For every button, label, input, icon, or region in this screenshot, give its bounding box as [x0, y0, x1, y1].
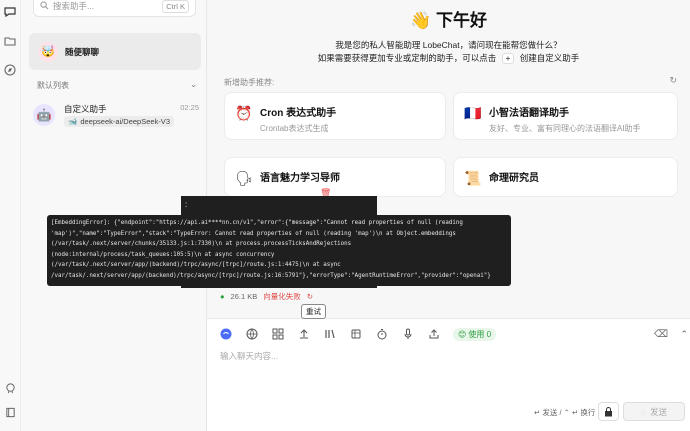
input-toolbar: 😊 使用 0 [219, 327, 497, 341]
loading-spinner-icon: ◌ [640, 406, 647, 417]
random-chat-item[interactable]: 🤯 随便聊聊 [29, 33, 201, 70]
compass-icon[interactable] [2, 62, 18, 78]
retry-tooltip: 重试 [301, 304, 326, 319]
chat-input[interactable]: 输入聊天内容... [220, 350, 278, 362]
check-circle-icon: ● [220, 292, 225, 301]
model-tag: 🐋 deepseek-ai/DeepSeek-V3 [64, 116, 174, 127]
search-input[interactable]: 搜索助手... Ctrl K [33, 0, 196, 17]
search-placeholder: 搜索助手... [53, 1, 95, 11]
create-assistant-button[interactable]: + [501, 53, 515, 64]
collapse-chevron-icon[interactable]: ⌃ [680, 329, 688, 340]
card-title: 命理研究员 [489, 173, 539, 184]
history-icon[interactable] [349, 327, 363, 341]
github-icon[interactable] [2, 380, 18, 396]
default-list-title: 默认列表 [37, 81, 69, 90]
random-chat-avatar-icon: 🤯 [38, 41, 58, 62]
chevron-down-icon: ⌄ [190, 80, 197, 89]
vector-failed-label: 向量化失败 [263, 292, 301, 301]
model-provider-icon: 🐋 [68, 117, 78, 126]
timer-icon[interactable] [375, 327, 389, 341]
token-usage-label: 使用 0 [468, 329, 492, 339]
folder-icon[interactable] [2, 33, 18, 49]
send-hint: ↵ 发送 / ⌃ ↵ 换行 [534, 408, 596, 417]
assistant-card-french[interactable]: 🇫🇷 小智法语翻译助手 友好、专业、富有同理心的法语翻译AI助手 [453, 92, 678, 140]
smile-icon: 😊 [458, 329, 467, 339]
greeting-text: 下午好 [435, 11, 487, 30]
file-meta-row: ● 26.1 KB 向量化失败 ↻ [220, 291, 313, 302]
intro-line-1: 我是您的私人智能助理 LobeChat，请问现在能帮您做什么？ [335, 40, 562, 50]
default-list-header[interactable]: 默认列表 ⌄ [37, 80, 197, 91]
scroll-icon: 📜 [464, 170, 482, 186]
assistant-card-language[interactable]: 🗣 语言魅力学习导师 [224, 157, 446, 197]
search-icon [40, 0, 49, 12]
agent-list-item[interactable]: 🤖 自定义助手 02:25 🐋 deepseek-ai/DeepSeek-V3 [33, 100, 199, 132]
assistant-card-fortune[interactable]: 📜 命理研究员 [453, 157, 678, 197]
waving-hand-icon: 👋 [410, 11, 432, 30]
card-title: 小智法语翻译助手 [489, 108, 569, 119]
card-title: 语言魅力学习导师 [260, 173, 340, 184]
intro-line-2-before: 如果需要获得更加专业或定制的助手，可以点击 [317, 53, 497, 63]
card-description: Crontab表达式生成 [260, 124, 329, 133]
retry-icon[interactable]: ↻ [307, 292, 313, 301]
random-chat-label: 随便聊聊 [65, 46, 100, 57]
globe-icon[interactable] [245, 327, 259, 341]
send-button-label: 发送 [650, 406, 668, 417]
alarm-clock-icon: ⏰ [235, 105, 253, 121]
send-button[interactable]: ◌ 发送 [623, 402, 685, 421]
intro-line-2-after: 创建自定义助手 [519, 53, 580, 63]
knowledge-base-icon[interactable] [323, 327, 337, 341]
tooltip-colon: : [185, 200, 188, 209]
speaking-head-icon: 🗣 [235, 170, 253, 186]
greeting: 👋 下午好 [207, 6, 690, 31]
agent-title: 自定义助手 [64, 104, 107, 114]
embedding-error-tooltip: [EmbeddingError]: {"endpoint":"https://a… [47, 215, 511, 286]
book-icon[interactable] [2, 404, 18, 420]
upload-icon[interactable] [297, 327, 311, 341]
left-rail [0, 0, 21, 431]
lock-icon [605, 406, 612, 416]
chat-input-panel: 😊 使用 0 ⌫ ⌃ 输入聊天内容... ↵ 发送 / ⌃ ↵ 换行 ◌ 发送 [207, 318, 690, 431]
chat-icon[interactable] [2, 4, 18, 20]
microphone-icon[interactable] [401, 327, 415, 341]
robot-avatar-icon: 🤖 [33, 104, 55, 126]
token-usage-badge[interactable]: 😊 使用 0 [453, 327, 497, 341]
refresh-icon[interactable]: ↻ [669, 75, 677, 86]
share-icon[interactable] [427, 327, 441, 341]
tooltip-footer-strip [181, 284, 377, 288]
model-tag-label: deepseek-ai/DeepSeek-V3 [80, 117, 170, 126]
plugin-grid-icon[interactable] [271, 327, 285, 341]
card-description: 友好、专业、富有同理心的法语翻译AI助手 [489, 124, 641, 133]
eraser-icon[interactable]: ⌫ [654, 329, 668, 340]
recommend-title: 新增助手推荐: [224, 78, 275, 87]
model-switch-icon[interactable] [219, 327, 233, 341]
agent-time: 02:25 [180, 103, 199, 112]
card-title: Cron 表达式助手 [260, 108, 337, 119]
tooltip-header-strip [181, 196, 377, 217]
intro-line-2: 如果需要获得更加专业或定制的助手，可以点击 + 创建自定义助手 [207, 52, 690, 64]
file-size: 26.1 KB [230, 292, 258, 301]
lock-button[interactable] [598, 402, 619, 421]
assistant-card-cron[interactable]: ⏰ Cron 表达式助手 Crontab表达式生成 [224, 92, 446, 140]
search-shortcut: Ctrl K [162, 0, 189, 13]
france-flag-icon: 🇫🇷 [464, 105, 482, 121]
